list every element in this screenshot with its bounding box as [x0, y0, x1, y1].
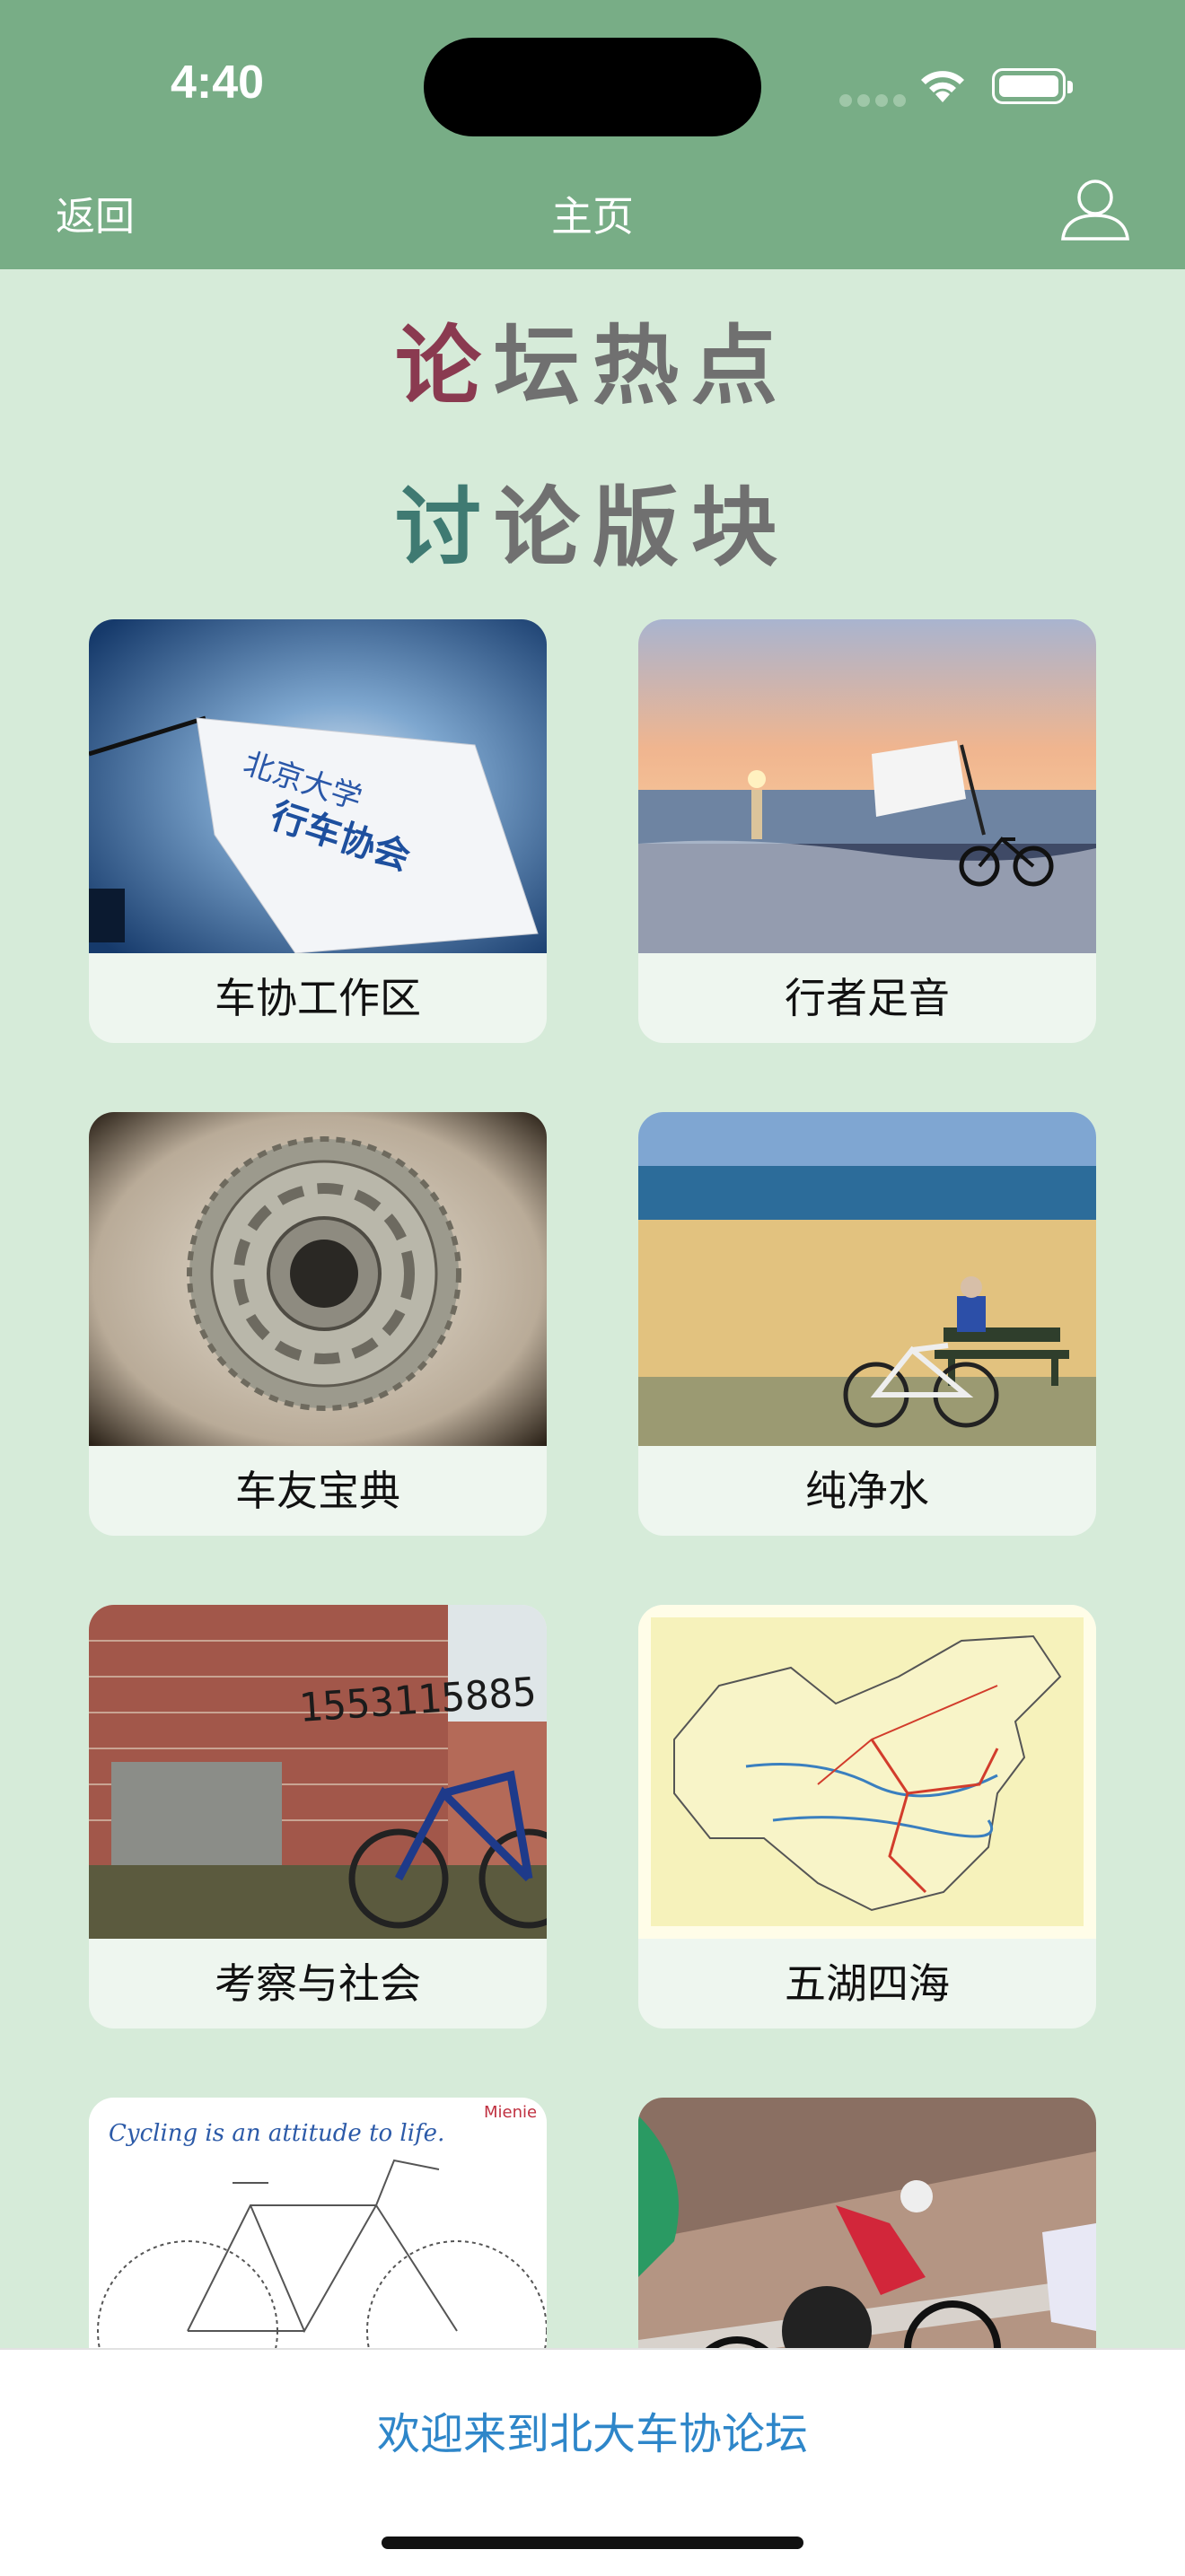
- card-investigation-society[interactable]: 1553115885 考察与社会: [89, 1605, 547, 2028]
- forum-hot-heading: 论坛热点: [0, 296, 1185, 421]
- flag-sky-photo: 北京大学 行车协会: [89, 619, 547, 953]
- welcome-link[interactable]: 欢迎来到北大车协论坛: [0, 2398, 1185, 2461]
- sunset-bike-flag-photo: [638, 619, 1096, 953]
- sections-heading: 讨论版块: [0, 458, 1185, 583]
- user-icon[interactable]: [1059, 176, 1131, 242]
- sections-heading-rest: 论版块: [494, 478, 790, 578]
- china-map-photo: [638, 1605, 1096, 1939]
- back-button[interactable]: 返回: [56, 184, 135, 241]
- card-label: 考察与社会: [215, 1959, 421, 2008]
- page-title: 主页: [551, 192, 634, 241]
- forum-hot-heading-rest: 坛热点: [494, 316, 790, 416]
- brick-wall-bike-photo: 1553115885: [89, 1605, 547, 1939]
- card-rider-handbook[interactable]: 车友宝典: [89, 1112, 547, 1536]
- card-work-area[interactable]: 北京大学 行车协会 车协工作区: [89, 619, 547, 1043]
- card-label: 车协工作区: [215, 974, 421, 1022]
- cassette-gear-photo: [89, 1112, 547, 1446]
- sections-heading-first: 讨: [395, 478, 494, 578]
- beach-bench-bike-photo: [638, 1112, 1096, 1446]
- battery-icon: [992, 68, 1073, 104]
- top-bar: 4:40 返回 主页: [0, 0, 1185, 269]
- card-label: 行者足音: [785, 974, 950, 1022]
- wifi-icon: [921, 71, 964, 102]
- card-traveler-steps[interactable]: 行者足音: [638, 619, 1096, 1043]
- sketch-tag: Mienie: [484, 2103, 537, 2122]
- home-indicator[interactable]: [382, 2537, 803, 2549]
- status-time: 4:40: [171, 57, 265, 109]
- card-label: 纯净水: [805, 1467, 929, 1515]
- dynamic-island: [424, 38, 761, 136]
- card-label: 车友宝典: [235, 1467, 400, 1515]
- card-label: 五湖四海: [785, 1959, 950, 2008]
- card-five-lakes-four-seas[interactable]: 五湖四海: [638, 1605, 1096, 2028]
- card-pure-water[interactable]: 纯净水: [638, 1112, 1096, 1536]
- sketch-slogan: Cycling is an attitude to life.: [109, 2120, 444, 2147]
- forum-hot-heading-first: 论: [395, 316, 494, 416]
- cellular-signal-icon: [839, 93, 911, 108]
